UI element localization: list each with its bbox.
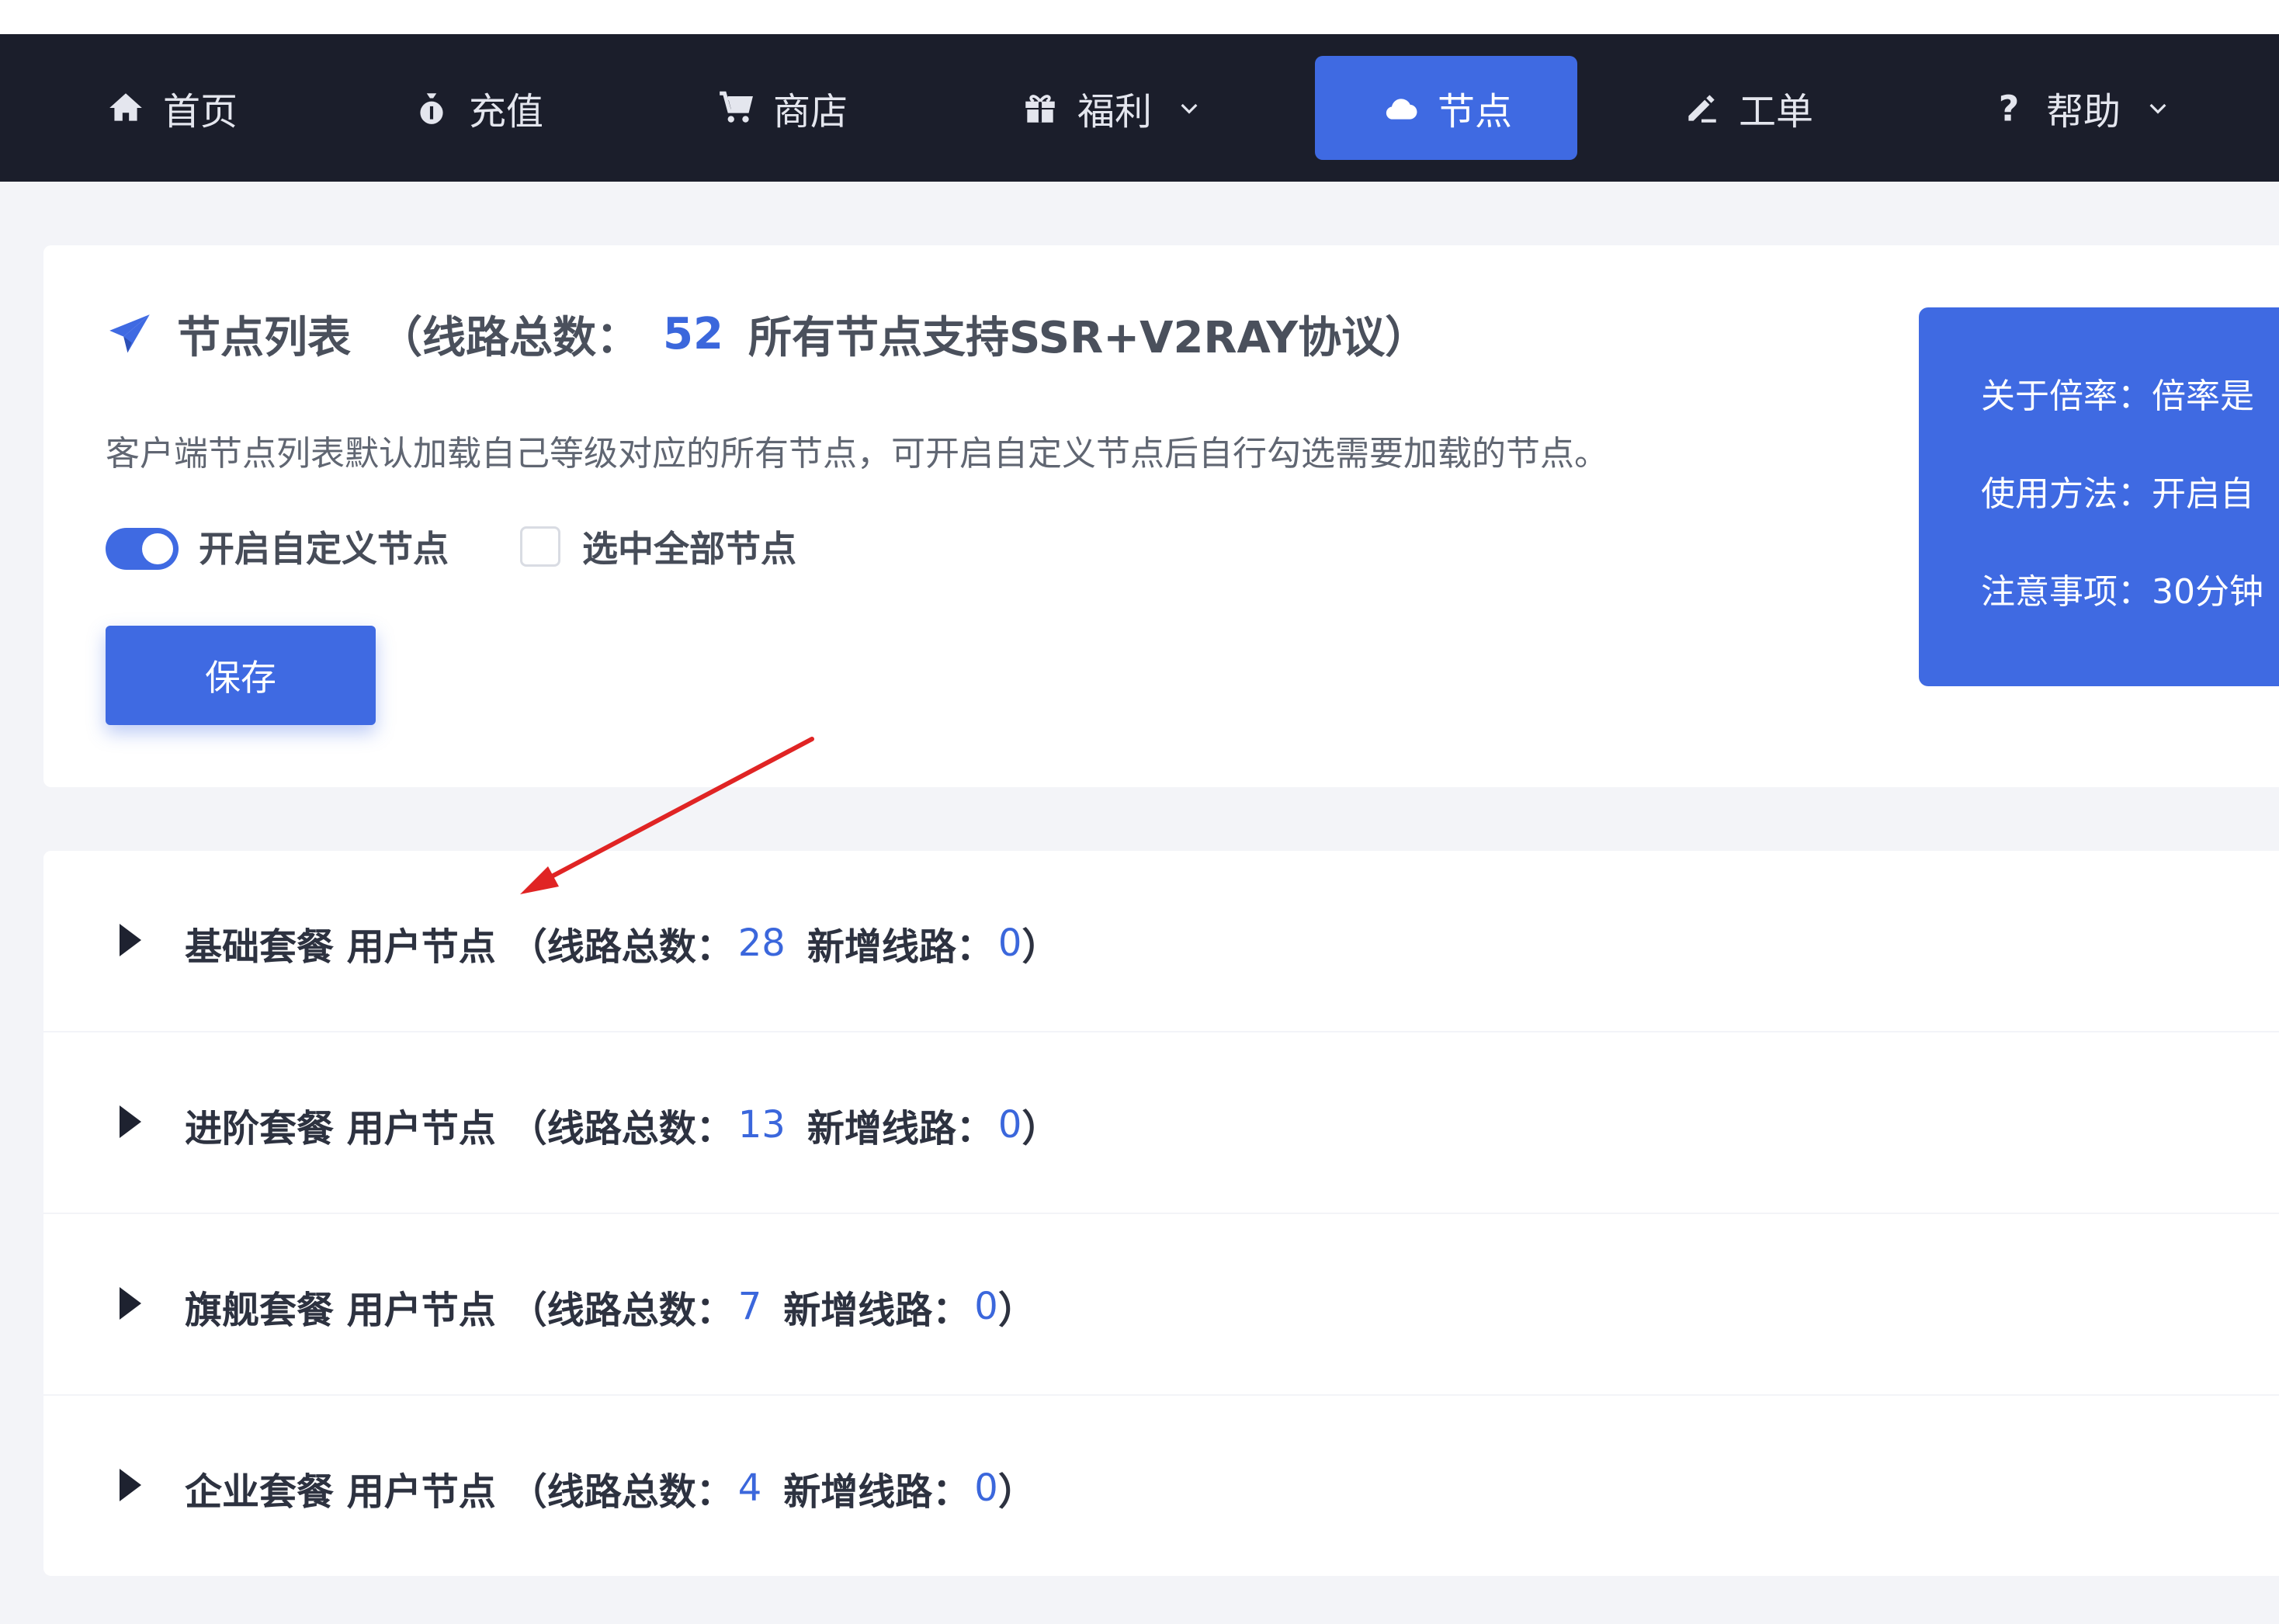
- group-new-label: 新增线路：: [806, 925, 994, 969]
- info-line-rate: 关于倍率：倍率是: [1981, 377, 2254, 416]
- nav-item-recharge[interactable]: 充值: [411, 56, 543, 160]
- paper-plane-icon: [109, 314, 150, 352]
- custom-node-toggle-label[interactable]: 开启自定义节点: [199, 528, 449, 570]
- group-title[interactable]: 进阶套餐 用户节点 （线路总数： 13 新增线路： 0 ）: [185, 1098, 1059, 1152]
- group-new-label: 新增线路：: [783, 1470, 970, 1514]
- total-count: 52: [663, 309, 723, 359]
- group-title[interactable]: 基础套餐 用户节点 （线路总数： 28 新增线路： 0 ）: [185, 916, 1059, 970]
- info-line-usage: 使用方法：开启自: [1981, 474, 2254, 514]
- group-row-flagship[interactable]: 旗舰套餐 用户节点 （线路总数： 7 新增线路： 0 ）: [43, 1213, 2279, 1393]
- nav-item-benefits[interactable]: 福利: [1020, 56, 1209, 160]
- group-total-prefix: （线路总数：: [509, 1289, 734, 1332]
- group-new-count: 0: [997, 1103, 1022, 1147]
- nav-item-label: 福利: [1077, 90, 1153, 134]
- toggle-knob: [142, 533, 173, 564]
- group-total-prefix: （线路总数：: [509, 1470, 734, 1514]
- group-row-advanced[interactable]: 进阶套餐 用户节点 （线路总数： 13 新增线路： 0 ）: [43, 1031, 2279, 1211]
- group-name: 企业套餐 用户节点: [185, 1470, 496, 1514]
- group-row-enterprise[interactable]: 企业套餐 用户节点 （线路总数： 4 新增线路： 0 ）: [43, 1394, 2279, 1574]
- group-close: ）: [1022, 925, 1060, 969]
- home-icon: [106, 88, 146, 128]
- info-panel: 关于倍率：倍率是 使用方法：开启自 注意事项：30分钟: [1919, 307, 2279, 686]
- page-title: 节点列表 （线路总数： 52 所有节点支持SSR+V2RAY协议）: [106, 303, 1428, 366]
- nav-item-home[interactable]: 首页: [106, 56, 238, 160]
- group-new-label: 新增线路：: [806, 1107, 994, 1150]
- top-strip: [0, 0, 2279, 34]
- save-button[interactable]: 保存: [106, 626, 376, 725]
- group-close: ）: [997, 1470, 1035, 1514]
- group-total-count: 7: [737, 1285, 762, 1328]
- nav-item-shop[interactable]: 商店: [716, 56, 848, 160]
- cart-icon: [716, 88, 756, 128]
- nav-item-nodes[interactable]: 节点: [1315, 56, 1577, 160]
- group-total-count: 13: [737, 1103, 786, 1147]
- group-new-count: 0: [974, 1285, 998, 1328]
- total-suffix: 所有节点支持SSR+V2RAY协议）: [748, 313, 1429, 363]
- nav-item-help[interactable]: ? 帮助: [1989, 56, 2178, 160]
- custom-node-toggle[interactable]: [106, 528, 179, 570]
- caret-right-icon[interactable]: [120, 1105, 141, 1138]
- group-name: 基础套餐 用户节点: [185, 925, 496, 969]
- group-row-basic[interactable]: 基础套餐 用户节点 （线路总数： 28 新增线路： 0 ）: [43, 851, 2279, 1031]
- select-all-label[interactable]: 选中全部节点: [582, 528, 796, 570]
- description-text: 客户端节点列表默认加载自己等级对应的所有节点，可开启自定义节点后自行勾选需要加载…: [106, 434, 1608, 474]
- cloud-icon: [1380, 88, 1420, 128]
- group-total-count: 28: [737, 921, 786, 965]
- svg-text:?: ?: [1999, 88, 2020, 127]
- nav-item-label: 充值: [469, 90, 544, 134]
- edit-icon: [1681, 88, 1722, 128]
- group-total-prefix: （线路总数：: [509, 1107, 734, 1150]
- total-prefix: （线路总数：: [379, 313, 640, 363]
- group-title[interactable]: 旗舰套餐 用户节点 （线路总数： 7 新增线路： 0 ）: [185, 1279, 1035, 1334]
- nav-item-ticket[interactable]: 工单: [1681, 56, 1813, 160]
- node-groups-card: 基础套餐 用户节点 （线路总数： 28 新增线路： 0 ） 进阶套餐 用户节点 …: [43, 851, 2279, 1576]
- nav-item-label: 节点: [1437, 90, 1512, 134]
- select-all-checkbox[interactable]: [520, 526, 560, 567]
- question-icon: ?: [1989, 88, 2029, 128]
- nav-item-label: 首页: [163, 90, 238, 134]
- group-name: 进阶套餐 用户节点: [185, 1107, 496, 1150]
- group-close: ）: [1022, 1107, 1060, 1150]
- group-title[interactable]: 企业套餐 用户节点 （线路总数： 4 新增线路： 0 ）: [185, 1461, 1035, 1515]
- group-new-label: 新增线路：: [783, 1289, 970, 1332]
- group-new-count: 0: [997, 921, 1022, 965]
- money-bag-icon: [411, 88, 452, 128]
- group-close: ）: [997, 1289, 1035, 1332]
- caret-right-icon[interactable]: [120, 1469, 141, 1501]
- gift-icon: [1020, 88, 1060, 128]
- group-total-count: 4: [737, 1466, 762, 1510]
- caret-right-icon[interactable]: [120, 924, 141, 956]
- group-name: 旗舰套餐 用户节点: [185, 1289, 496, 1332]
- page-title-text: 节点列表: [177, 313, 351, 363]
- nav-item-label: 商店: [773, 90, 848, 134]
- group-new-count: 0: [974, 1466, 998, 1510]
- info-line-notice: 注意事项：30分钟: [1981, 572, 2263, 612]
- main-navbar: 首页 充值 商店 福利 节点 工单 ? 帮助: [0, 34, 2279, 182]
- caret-right-icon[interactable]: [120, 1287, 141, 1320]
- chevron-down-icon: [2138, 88, 2178, 128]
- nav-item-label: 帮助: [2046, 90, 2121, 134]
- group-total-prefix: （线路总数：: [509, 925, 734, 969]
- nav-item-label: 工单: [1739, 90, 1814, 134]
- chevron-down-icon: [1169, 88, 1209, 128]
